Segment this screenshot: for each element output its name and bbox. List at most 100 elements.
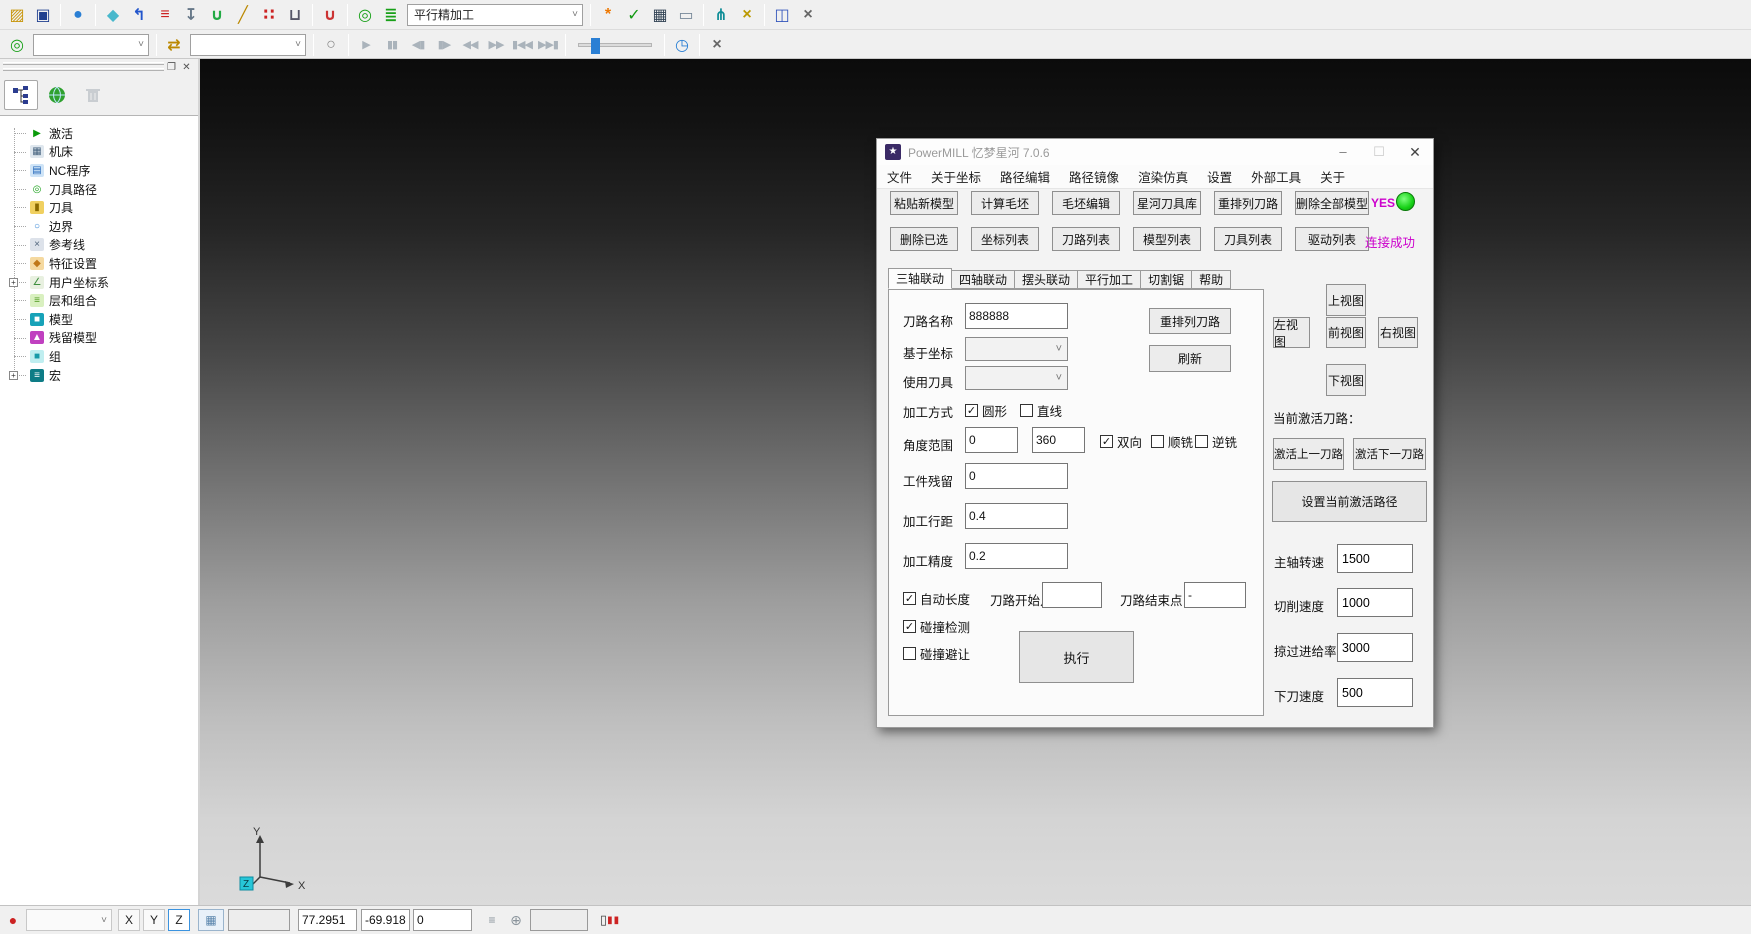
- tab-swivel-head[interactable]: 摆头联动: [1015, 270, 1078, 289]
- rearrange-toolpaths-button[interactable]: 重排列刀路: [1214, 191, 1282, 215]
- edit-stock-button[interactable]: 毛坯编辑: [1052, 191, 1120, 215]
- tree-expander-icon[interactable]: +: [9, 371, 18, 380]
- tab-three-axis[interactable]: 三轴联动: [888, 268, 952, 289]
- checkbox-box[interactable]: ✓: [903, 620, 916, 633]
- axis-y-button[interactable]: Y: [143, 909, 165, 931]
- compute-stock-button[interactable]: 计算毛坯: [971, 191, 1039, 215]
- tree-item-nc-programs[interactable]: ▤NC程序: [6, 161, 198, 180]
- drive-list-button[interactable]: 驱动列表: [1295, 227, 1369, 251]
- menu-item-path-mirror[interactable]: 路径镜像: [1069, 167, 1119, 186]
- swap-icon[interactable]: ×: [735, 3, 759, 27]
- activate-next-toolpath-button[interactable]: 激活下一刀路: [1353, 438, 1426, 470]
- checkbox-box[interactable]: [1020, 404, 1033, 417]
- axis-z-button[interactable]: Z: [168, 909, 190, 931]
- tree-item-activate[interactable]: ▶激活: [6, 124, 198, 143]
- tree-item-machine-tool[interactable]: ▦机床: [6, 143, 198, 162]
- right-view-button[interactable]: 右视图: [1378, 317, 1418, 348]
- rewind-icon[interactable]: ◀◀: [458, 33, 482, 57]
- menu-item-about[interactable]: 关于: [1320, 167, 1345, 186]
- workplane-combobox[interactable]: ˅: [26, 909, 112, 931]
- checkbox-line[interactable]: 直线: [1020, 401, 1062, 420]
- tab-world-view[interactable]: [40, 80, 74, 110]
- skim-feed-input[interactable]: [1337, 633, 1413, 662]
- checkbox-box[interactable]: [1195, 435, 1208, 448]
- viewmill-icon[interactable]: ●: [66, 3, 90, 27]
- tab-cutting-saw[interactable]: 切割锯: [1141, 270, 1192, 289]
- strategy-icon[interactable]: ∪: [205, 3, 229, 27]
- xinghe-tool-library-button[interactable]: 星河刀具库: [1133, 191, 1201, 215]
- panel-restore-icon[interactable]: ❐: [165, 61, 178, 74]
- checkbox-box[interactable]: ✓: [1100, 435, 1113, 448]
- minimize-button[interactable]: –: [1325, 139, 1361, 165]
- tree-item-stock-models[interactable]: ▲残留模型: [6, 329, 198, 348]
- tab-help[interactable]: 帮助: [1192, 270, 1231, 289]
- coord-list-button[interactable]: 坐标列表: [971, 227, 1039, 251]
- toolpath-end-input[interactable]: [1184, 582, 1246, 608]
- tree-item-feature-sets[interactable]: ◆特征设置: [6, 254, 198, 273]
- fast-forward-icon[interactable]: ▶▶: [484, 33, 508, 57]
- z-heights-icon[interactable]: ≡: [153, 3, 177, 27]
- cutting-feed-input[interactable]: [1337, 588, 1413, 617]
- go-to-end-icon[interactable]: ▶▶▮: [536, 33, 560, 57]
- tool-select-icon[interactable]: ⇄: [162, 33, 186, 57]
- left-view-button[interactable]: 左视图: [1273, 317, 1310, 348]
- menu-item-render-sim[interactable]: 渲染仿真: [1138, 167, 1188, 186]
- step-forward-icon[interactable]: ▮▶: [432, 33, 456, 57]
- delete-all-models-button[interactable]: 删除全部模型: [1295, 191, 1369, 215]
- checkbox-box[interactable]: ✓: [965, 404, 978, 417]
- tool-pair-icon[interactable]: ⋔: [709, 3, 733, 27]
- tool-combobox[interactable]: ˅: [965, 366, 1068, 390]
- checkbox-box[interactable]: ✓: [903, 592, 916, 605]
- block-icon[interactable]: ◆: [101, 3, 125, 27]
- checkbox-conventional[interactable]: 逆铣: [1195, 432, 1237, 451]
- refresh-button[interactable]: 刷新: [1149, 345, 1231, 372]
- simulation-toolpath-icon[interactable]: ◎: [5, 33, 29, 57]
- tool-database-icon[interactable]: ⊔: [283, 3, 307, 27]
- grid-snap-button[interactable]: ▦: [198, 909, 224, 931]
- plunge-feed-input[interactable]: [1337, 678, 1413, 707]
- model-list-button[interactable]: 模型列表: [1133, 227, 1201, 251]
- panel-close-icon[interactable]: ✕: [180, 61, 193, 74]
- tree-item-patterns[interactable]: ×参考线: [6, 236, 198, 255]
- bottom-view-button[interactable]: 下视图: [1326, 364, 1366, 396]
- tree-item-boundaries[interactable]: ○边界: [6, 217, 198, 236]
- set-active-path-button[interactable]: 设置当前激活路径: [1272, 481, 1427, 522]
- tree-expander-icon[interactable]: +: [9, 278, 18, 287]
- speed-slider[interactable]: [578, 43, 652, 47]
- maximize-button[interactable]: ☐: [1361, 139, 1397, 165]
- tree-item-workplanes[interactable]: +∠用户坐标系: [6, 273, 198, 292]
- paste-new-model-button[interactable]: 粘贴新模型: [890, 191, 958, 215]
- dialog-titlebar[interactable]: ★ PowerMILL 忆梦星河 7.0.6 – ☐ ✕: [877, 139, 1433, 165]
- top-view-button[interactable]: 上视图: [1326, 284, 1366, 316]
- measure-input[interactable]: [530, 909, 588, 931]
- tab-recycle-bin[interactable]: [76, 80, 110, 110]
- toolpath-list-button[interactable]: 刀路列表: [1052, 227, 1120, 251]
- activate-prev-toolpath-button[interactable]: 激活上一刀路: [1273, 438, 1344, 470]
- tree-item-tools[interactable]: ▮刀具: [6, 198, 198, 217]
- checkbox-climb[interactable]: 顺铣: [1151, 432, 1193, 451]
- stock-allowance-input[interactable]: [965, 463, 1068, 489]
- checkbox-collision-check[interactable]: ✓ 碰撞检测: [903, 617, 970, 636]
- cursor-z-input[interactable]: [413, 909, 472, 931]
- close-toolbar-icon[interactable]: ×: [796, 3, 820, 27]
- panel-gripper[interactable]: ❐ ✕: [0, 59, 198, 77]
- toolpath-limit-icon[interactable]: ↰: [127, 3, 151, 27]
- pointer-mode-icon[interactable]: ●: [4, 909, 22, 931]
- checkbox-bidirectional[interactable]: ✓ 双向: [1100, 432, 1142, 451]
- checkbox-circle[interactable]: ✓ 圆形: [965, 401, 1007, 420]
- menu-item-path-edit[interactable]: 路径编辑: [1000, 167, 1050, 186]
- cursor-x-input[interactable]: [298, 909, 357, 931]
- tool-list-button[interactable]: 刀具列表: [1214, 227, 1282, 251]
- points-icon[interactable]: ∷: [257, 3, 281, 27]
- open-project-icon[interactable]: ▨: [5, 3, 29, 27]
- sim-clock-icon[interactable]: ◷: [670, 33, 694, 57]
- strategy-combo[interactable]: 平行精加工˅: [407, 4, 583, 26]
- toolpath-combo[interactable]: ˅: [33, 34, 149, 56]
- spindle-speed-input[interactable]: [1337, 544, 1413, 573]
- tool-icon[interactable]: ↧: [179, 3, 203, 27]
- toolpath-icon[interactable]: ◎: [353, 3, 377, 27]
- tree-item-models[interactable]: ■模型: [6, 310, 198, 329]
- rearrange-toolpaths-button[interactable]: 重排列刀路: [1149, 308, 1231, 334]
- verify-icon[interactable]: ✓: [622, 3, 646, 27]
- tool-combo[interactable]: ˅: [190, 34, 306, 56]
